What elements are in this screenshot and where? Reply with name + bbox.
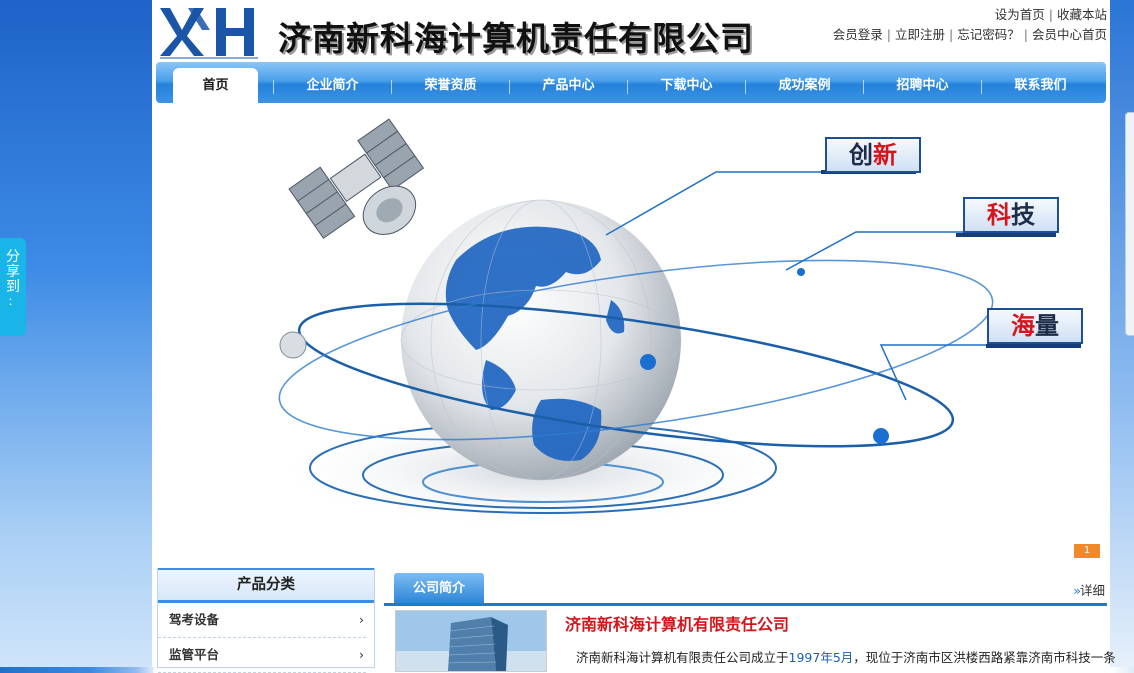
bookmark-link[interactable]: 收藏本站 [1057,7,1107,22]
more-link[interactable]: » 详细 [1073,580,1105,599]
company-intro-section: 公司简介 » 详细 济南新科海计算机有限责任公司 济南新科海计算机有限责任公司成立… [384,572,1116,672]
nav-item-downloads[interactable]: 下载中心 [628,62,745,103]
right-floating-panel[interactable] [1125,112,1134,336]
tag-char: 量 [1035,312,1059,340]
intro-header-bar [384,572,1107,606]
tag-massive: 海量 [987,308,1083,344]
forgot-password-link[interactable]: 忘记密码？ [957,27,1020,42]
tag-innovation: 创新 [825,137,921,173]
category-item-driving-equipment[interactable]: 驾考设备 › [158,603,366,638]
share-to-button[interactable]: 分 享 到 ： [0,238,26,336]
tag-char: 科 [987,201,1011,229]
share-char: 到 [6,279,20,295]
nav-item-products[interactable]: 产品中心 [510,62,627,103]
intro-company-title: 济南新科海计算机有限责任公司 [565,615,790,634]
company-name-title: 济南新科海计算机责任有限公司 [278,19,754,58]
intro-text-part: ，现位于济南市区洪楼西路紧靠济南市科技一条 [853,650,1116,665]
category-label: 监管平台 [169,647,220,662]
member-login-link[interactable]: 会员登录 [833,27,883,42]
page-container: 济南新科海计算机责任有限公司 设为首页 | 收藏本站 会员登录 | 立即注册 | 忘记密码？… [152,0,1116,673]
nav-item-home[interactable]: 首页 [173,68,258,103]
tag-char: 技 [1011,201,1035,229]
share-char: ： [8,297,18,308]
tag-technology: 科技 [963,197,1059,233]
product-category-title: 产品分类 [158,568,374,603]
share-char: 享 [6,264,20,280]
intro-date: 1997年5月 [788,650,854,665]
hero-banner[interactable]: 创新 科技 海量 1 [156,110,1106,560]
nav-item-cases[interactable]: 成功案例 [746,62,863,103]
nav-item-about[interactable]: 企业简介 [274,62,391,103]
product-category-panel: 产品分类 驾考设备 › 监管平台 › [157,568,375,673]
set-homepage-link[interactable]: 设为首页 [995,7,1045,22]
category-label: 驾考设备 [169,612,220,627]
tab-company-intro[interactable]: 公司简介 [394,573,484,603]
register-link[interactable]: 立即注册 [895,27,945,42]
intro-text: 济南新科海计算机有限责任公司成立于1997年5月，现位于济南市区洪楼西路紧靠济南… [576,647,1116,666]
member-center-link[interactable]: 会员中心首页 [1032,27,1107,42]
company-logo [160,8,258,59]
chevron-right-icon: › [359,612,364,627]
tag-char: 海 [1011,312,1035,340]
double-chevron-icon: » [1073,583,1080,598]
nav-item-jobs[interactable]: 招聘中心 [864,62,981,103]
more-label: 详细 [1079,583,1105,598]
tag-char: 创 [849,141,873,169]
main-nav: 首页 企业简介 荣誉资质 产品中心 下载中心 成功案例 招聘中心 联系我们 [156,62,1106,103]
category-item-monitoring-platform[interactable]: 监管平台 › [158,638,366,673]
globe-satellite-illustration [268,118,1081,530]
company-building-image [395,610,547,672]
share-char: 分 [6,249,20,265]
banner-slide-button[interactable]: 1 [1074,544,1100,558]
top-links: 设为首页 | 收藏本站 会员登录 | 立即注册 | 忘记密码？ | 会员中心首页 [832,7,1107,42]
tag-char: 新 [873,141,897,169]
nav-item-contact[interactable]: 联系我们 [982,62,1099,103]
nav-item-honors[interactable]: 荣誉资质 [392,62,509,103]
intro-text-part: 济南新科海计算机有限责任公司成立于 [576,650,789,665]
